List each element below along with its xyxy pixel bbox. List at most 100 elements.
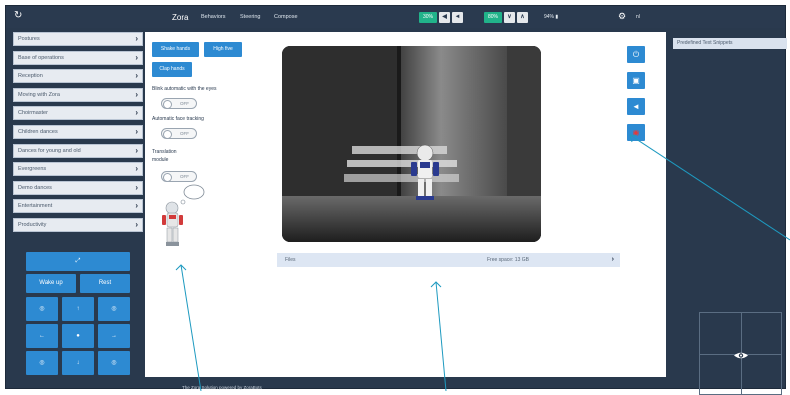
files-bar[interactable]: Files Free space: 13 GB › (277, 253, 620, 267)
chevron-right-icon: › (135, 219, 138, 229)
gear-icon[interactable]: ⚙ (618, 11, 626, 22)
camera-feed (282, 46, 541, 242)
stop-dot-icon: ● (76, 333, 80, 339)
menu-item-label: Choirmaster (18, 110, 48, 117)
chevron-right-icon: › (135, 201, 138, 211)
arrow-down-icon: ↓ (76, 360, 80, 366)
blink-label: Blink automatic with the eyes (152, 86, 217, 92)
translation-label: Translation (152, 149, 177, 155)
brand-title: Zora (172, 13, 189, 22)
rotate-right-button[interactable]: ◎ (98, 297, 130, 321)
camera-icon: ▣ (632, 76, 640, 85)
chevron-right-icon: › (135, 145, 138, 155)
head-joystick[interactable] (699, 312, 782, 395)
translation-toggle[interactable]: OFF (161, 171, 197, 182)
chevron-right-icon: › (135, 89, 138, 99)
translation-label-2: module (152, 157, 169, 163)
volume-button[interactable]: ◄ (627, 98, 645, 115)
volume-icon: ◄ (632, 102, 640, 111)
menu-item-base-of-operations[interactable]: Base of operations › (13, 50, 143, 65)
clap-hands-button[interactable]: Clap hands (152, 62, 192, 77)
camera-button[interactable]: ▣ (627, 72, 645, 89)
toggle-state: OFF (180, 101, 189, 106)
record-button[interactable]: ◉ (627, 124, 645, 141)
menu-item-postures[interactable]: Postures › (13, 32, 143, 46)
text-snippets-header[interactable]: Predefined Text Snippets (673, 38, 787, 49)
menu-behaviors[interactable]: Behaviors (201, 14, 225, 20)
footer-credit: The Zora Solution powered by ZoraBots (182, 385, 262, 390)
menu-item-dances-young-old[interactable]: Dances for young and old › (13, 143, 143, 158)
stop-button[interactable]: ● (62, 324, 94, 348)
wake-up-button[interactable]: Wake up (26, 274, 76, 293)
power-icon: ⏻ (632, 50, 640, 59)
toggle-knob (163, 99, 172, 109)
rotate-icon: ◎ (39, 360, 45, 366)
rotate-right-icon: ◎ (111, 306, 117, 312)
chevron-right-icon: › (135, 108, 138, 118)
move-left-button[interactable]: ← (26, 324, 58, 348)
chevron-right-icon: › (135, 71, 138, 81)
face-tracking-label: Automatic face tracking (152, 116, 204, 122)
menu-item-label: Moving with Zora (18, 91, 60, 98)
high-five-button[interactable]: High five (204, 42, 242, 57)
rotate-left-icon: ◎ (39, 306, 45, 312)
power-button[interactable]: ⏻ (627, 46, 645, 63)
arrow-right-icon: → (111, 333, 117, 339)
menu-item-label: Base of operations (18, 54, 64, 61)
chevron-right-icon: › (135, 34, 138, 43)
expand-button[interactable]: ⤢ (26, 252, 130, 271)
language-selector[interactable]: nl (636, 14, 640, 20)
top-bar: ↻ Zora Behaviors Steering Compose 30% ◀ … (6, 6, 785, 28)
shake-hands-button[interactable]: Shake hands (152, 42, 199, 57)
chevron-up-icon[interactable]: ∧ (517, 12, 528, 23)
menu-item-reception[interactable]: Reception › (13, 69, 143, 84)
menu-steering[interactable]: Steering (240, 14, 261, 20)
menu-item-label: Entertainment (18, 203, 53, 210)
rotate-left-button[interactable]: ◎ (26, 297, 58, 321)
menu-item-entertainment[interactable]: Entertainment › (13, 199, 143, 214)
move-right-button[interactable]: → (98, 324, 130, 348)
menu-item-label: Evergreens (18, 166, 47, 173)
menu-item-label: Dances for young and old (18, 147, 81, 154)
volume-down-button[interactable]: ◀ (439, 12, 450, 23)
rotate-icon: ◎ (111, 360, 117, 366)
brightness-level: 80% (484, 12, 502, 23)
menu-item-demo-dances[interactable]: Demo dances › (13, 180, 143, 195)
volume-level: 30% (419, 12, 437, 23)
arrow-left-icon: ← (39, 333, 45, 339)
menu-item-label: Demo dances (18, 184, 52, 191)
turn-back-left-button[interactable]: ◎ (26, 351, 58, 375)
toggle-knob (163, 129, 172, 139)
main-panel: Shake hands High five Clap hands Blink a… (145, 32, 666, 377)
menu-item-productivity[interactable]: Productivity › (13, 217, 143, 232)
chevron-right-icon: › (135, 164, 138, 174)
battery-status: 94% ▮ (544, 14, 559, 20)
face-tracking-toggle[interactable]: OFF (161, 128, 197, 139)
rest-button[interactable]: Rest (80, 274, 130, 293)
robot-avatar (162, 184, 205, 246)
app-window: ↻ Zora Behaviors Steering Compose 30% ◀ … (5, 5, 787, 395)
arrow-up-icon: ↑ (76, 306, 80, 312)
volume-mute-button[interactable]: ◄ (452, 12, 463, 23)
menu-item-children-dances[interactable]: Children dances › (13, 124, 143, 139)
menu-item-choirmaster[interactable]: Choirmaster › (13, 106, 143, 121)
expand-icon: ⤢ (75, 258, 81, 264)
menu-item-label: Reception (18, 73, 43, 80)
menu-item-moving-with-zora[interactable]: Moving with Zora › (13, 87, 143, 102)
toggle-state: OFF (180, 131, 189, 136)
files-label: Files (285, 257, 296, 263)
refresh-icon[interactable]: ↻ (14, 11, 24, 21)
category-menu: Postures › Base of operations › Reception ›… (13, 32, 143, 237)
chevron-down-icon[interactable]: ∨ (504, 12, 515, 23)
toggle-knob (163, 172, 172, 182)
move-forward-button[interactable]: ↑ (62, 297, 94, 321)
move-back-button[interactable]: ↓ (62, 351, 94, 375)
blink-toggle[interactable]: OFF (161, 98, 197, 109)
chevron-right-icon: › (135, 182, 138, 192)
chevron-right-icon: › (135, 52, 138, 62)
menu-compose[interactable]: Compose (274, 14, 298, 20)
movement-pad: ⤢ Wake up Rest ◎ ↑ ◎ ← ● → ◎ ↓ ◎ (26, 252, 130, 376)
turn-back-right-button[interactable]: ◎ (98, 351, 130, 375)
toggle-state: OFF (180, 174, 189, 179)
menu-item-evergreens[interactable]: Evergreens › (13, 162, 143, 177)
